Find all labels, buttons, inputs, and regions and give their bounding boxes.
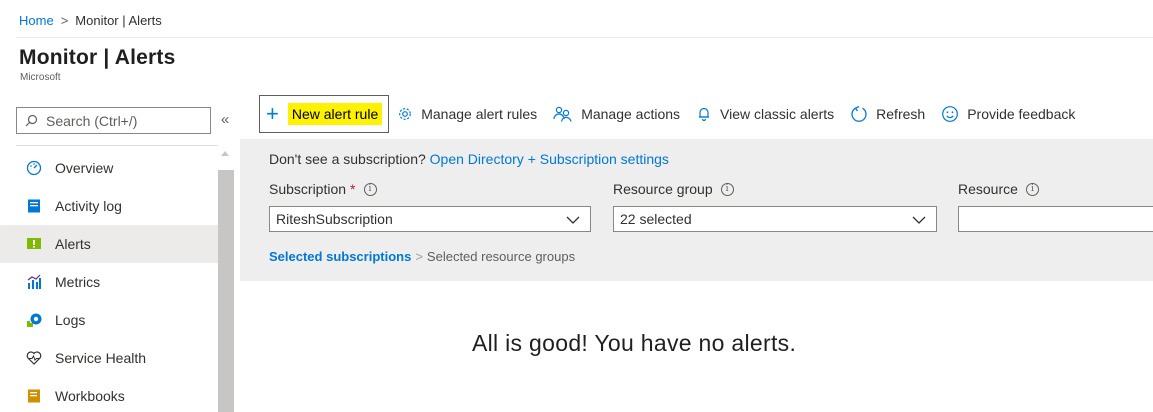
subscription-notice: Don't see a subscription? Open Directory… — [269, 151, 669, 167]
breadcrumb-home-link[interactable]: Home — [19, 13, 54, 28]
sidebar-item-label: Service Health — [55, 350, 147, 366]
breadcrumb-current: Monitor | Alerts — [75, 12, 162, 28]
resource-group-label: Resource group i — [613, 181, 734, 197]
bell-icon — [699, 107, 710, 122]
sidebar-divider — [16, 145, 218, 146]
resource-label-text: Resource — [958, 181, 1018, 197]
chevron-down-icon — [912, 216, 926, 224]
subscription-value: RiteshSubscription — [276, 211, 393, 227]
subscription-notice-text: Don't see a subscription? — [269, 151, 426, 167]
plus-icon: + — [266, 101, 279, 126]
resource-group-value: 22 selected — [620, 211, 692, 227]
search-icon — [25, 114, 38, 127]
sidebar-item-label: Workbooks — [55, 388, 125, 404]
sidebar-item-activity-log[interactable]: Activity log — [0, 187, 218, 225]
sidebar-item-label: Metrics — [55, 274, 101, 290]
sidebar-item-label: Alerts — [55, 236, 91, 252]
manage-alert-rules-button[interactable]: Manage alert rules — [389, 96, 545, 132]
provide-feedback-label: Provide feedback — [967, 106, 1076, 122]
sidebar-scrollbar[interactable] — [218, 146, 234, 412]
breadcrumb-separator: > — [60, 12, 69, 28]
directory-settings-link[interactable]: Open Directory + Subscription settings — [430, 151, 669, 167]
smiley-icon — [942, 106, 959, 122]
sidebar-search[interactable] — [16, 107, 211, 134]
info-icon[interactable]: i — [1025, 182, 1039, 196]
resource-dropdown[interactable] — [958, 206, 1153, 232]
command-bar: + New alert rule Manage alert rules Mana… — [259, 94, 1083, 134]
manage-actions-button[interactable]: Manage actions — [545, 96, 688, 132]
refresh-icon — [851, 105, 867, 122]
info-icon[interactable]: i — [363, 182, 377, 196]
sidebar-item-overview[interactable]: Overview — [0, 149, 218, 187]
sidebar-item-label: Activity log — [55, 198, 122, 214]
sidebar-nav: Overview Activity log Alerts Metrics Log… — [0, 149, 218, 412]
scroll-up-arrow-icon[interactable] — [221, 151, 229, 156]
overview-icon — [26, 160, 42, 176]
new-alert-rule-button[interactable]: + New alert rule — [259, 95, 390, 133]
scrollbar-thumb[interactable] — [218, 170, 234, 412]
refresh-button[interactable]: Refresh — [842, 96, 933, 132]
collapse-sidebar-button[interactable]: « — [216, 108, 234, 132]
provide-feedback-button[interactable]: Provide feedback — [933, 96, 1083, 132]
refresh-label: Refresh — [876, 106, 926, 122]
manage-actions-label: Manage actions — [581, 106, 681, 122]
resource-label: Resource i — [958, 181, 1039, 197]
chevron-down-icon — [566, 216, 580, 224]
manage-alert-rules-label: Manage alert rules — [421, 106, 538, 122]
sidebar-item-label: Overview — [55, 160, 114, 176]
heart-icon — [26, 350, 42, 366]
step-selected-resource-groups: Selected resource groups — [426, 249, 576, 264]
page-title: Monitor | Alerts — [19, 46, 176, 69]
search-input[interactable] — [46, 112, 196, 129]
subscription-label-text: Subscription — [269, 181, 347, 197]
subscription-dropdown[interactable]: RiteshSubscription — [269, 206, 591, 232]
sidebar-item-workbooks[interactable]: Workbooks — [0, 377, 218, 412]
info-icon[interactable]: i — [720, 182, 734, 196]
new-alert-rule-label: New alert rule — [287, 103, 383, 125]
people-icon — [553, 106, 572, 122]
filter-panel: Don't see a subscription? Open Directory… — [240, 139, 1153, 281]
sidebar-item-label: Logs — [55, 312, 86, 328]
required-mark: * — [350, 181, 356, 197]
page-subtitle: Microsoft — [20, 72, 61, 83]
activity-log-icon — [26, 198, 42, 214]
breadcrumb: Home > Monitor | Alerts — [19, 8, 162, 32]
metrics-icon — [26, 274, 42, 290]
alerts-icon — [26, 236, 42, 252]
step-selected-subscriptions[interactable]: Selected subscriptions — [269, 249, 411, 264]
subscription-label: Subscription * i — [269, 181, 377, 197]
logs-icon — [26, 312, 42, 328]
sidebar-item-service-health[interactable]: Service Health — [0, 339, 218, 377]
empty-state-message: All is good! You have no alerts. — [472, 330, 797, 356]
sidebar-item-logs[interactable]: Logs — [0, 301, 218, 339]
resource-group-dropdown[interactable]: 22 selected — [613, 206, 937, 232]
sidebar-item-metrics[interactable]: Metrics — [0, 263, 218, 301]
workbooks-icon — [26, 388, 42, 404]
step-separator: > — [415, 249, 423, 264]
view-classic-alerts-label: View classic alerts — [720, 106, 835, 122]
view-classic-alerts-button[interactable]: View classic alerts — [688, 96, 842, 132]
gear-icon — [399, 108, 412, 120]
filter-steps-breadcrumb: Selected subscriptions > Selected resour… — [269, 249, 575, 264]
header-divider — [16, 37, 1153, 38]
sidebar-item-alerts[interactable]: Alerts — [0, 225, 218, 263]
sidebar: « Overview Activity log Alerts Metrics — [0, 90, 239, 412]
resource-group-label-text: Resource group — [613, 181, 713, 197]
